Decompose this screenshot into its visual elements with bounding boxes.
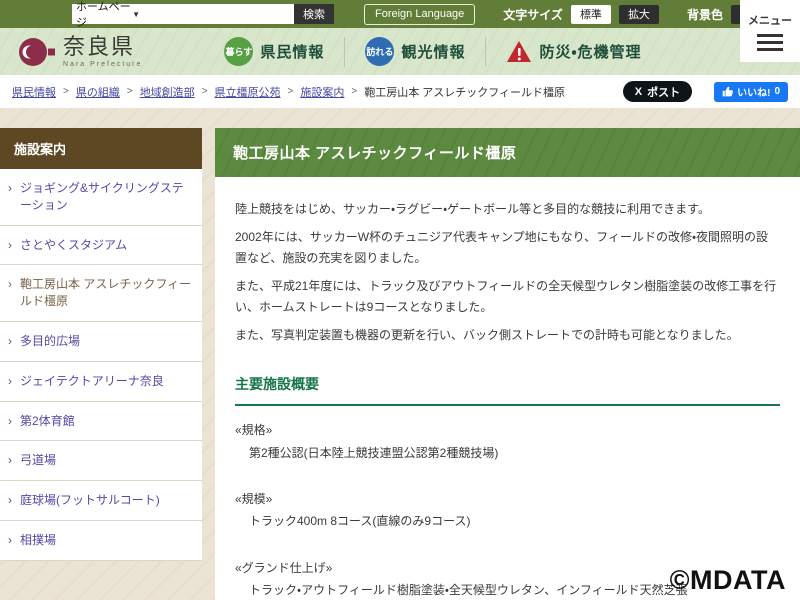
chevron-right-icon: › xyxy=(8,532,12,549)
search-button[interactable]: 検索 xyxy=(294,4,334,24)
breadcrumb-link[interactable]: 県の組織 xyxy=(76,84,120,100)
menu-label: メニュー xyxy=(748,12,792,28)
breadcrumb-separator: > xyxy=(351,86,357,97)
sidebar-item-label: 庭球場(フットサルコート) xyxy=(20,492,160,509)
sidebar-item-satoyaku-stadium[interactable]: › さとやくスタジアム xyxy=(0,226,202,266)
breadcrumb-link[interactable]: 県民情報 xyxy=(12,84,56,100)
nav-item-tourist-info[interactable]: 訪れる 観光情報 xyxy=(345,37,485,66)
sidebar-item-kyudo[interactable]: › 弓道場 xyxy=(0,441,202,481)
chevron-right-icon: › xyxy=(8,492,12,509)
sidebar-item-label: 鞄工房山本 アスレチックフィールド橿原 xyxy=(20,276,192,310)
site-name: 奈良県 xyxy=(63,37,142,59)
main-body: 陸上競技をはじめ、サッカー・ラグビー・ゲートボール等と多目的な競技に利用できます… xyxy=(215,177,800,600)
post-label: ポスト xyxy=(647,84,680,100)
font-size-standard-button[interactable]: 標準 xyxy=(571,5,611,24)
spec-label: «規模» xyxy=(235,489,780,509)
history-paragraph-timing: また、写真判定装置も機器の更新を行い、バック側ストレートでの計時も可能となりまし… xyxy=(235,325,780,345)
foreign-language-button[interactable]: Foreign Language xyxy=(364,4,475,25)
intro-paragraph: 陸上競技をはじめ、サッカー・ラグビー・ゲートボール等と多目的な競技に利用できます… xyxy=(235,199,780,219)
breadcrumb-separator: > xyxy=(127,86,133,97)
chevron-right-icon: › xyxy=(8,373,12,390)
breadcrumb-separator: > xyxy=(288,86,294,97)
like-count: 0 xyxy=(774,86,780,97)
sidebar-item-tennis-futsal[interactable]: › 庭球場(フットサルコート) xyxy=(0,481,202,521)
like-label: いいね! xyxy=(737,84,770,99)
spec-scale: «規模» トラック400m 8コース(直線のみ9コース) xyxy=(235,489,780,532)
share-buttons: X ポスト いいね! 0 xyxy=(623,81,788,102)
section-heading-facility-overview: 主要施設概要 xyxy=(235,373,780,406)
spec-value: トラック400m 8コース(直線のみ9コース) xyxy=(235,511,780,531)
search-scope-select[interactable]: ホームページ ▼ xyxy=(72,4,144,24)
breadcrumb-link[interactable]: 地域創造部 xyxy=(140,84,195,100)
sidebar-title: 施設案内 xyxy=(0,128,202,169)
page-title: 鞄工房山本 アスレチックフィールド橿原 xyxy=(215,128,800,177)
spec-label: «規格» xyxy=(235,420,780,440)
search-input[interactable] xyxy=(144,4,294,24)
x-post-button[interactable]: X ポスト xyxy=(623,81,692,102)
sidebar-item-jogging-cycling-station[interactable]: › ジョギング&サイクリングステーション xyxy=(0,169,202,226)
nav-label: 県民情報 xyxy=(260,41,324,62)
breadcrumb-link[interactable]: 施設案内 xyxy=(300,84,344,100)
chevron-right-icon: › xyxy=(8,180,12,214)
sidebar-item-multipurpose-ground[interactable]: › 多目的広場 xyxy=(0,322,202,362)
chevron-right-icon: › xyxy=(8,237,12,254)
sidebar: 施設案内 › ジョギング&サイクリングステーション › さとやくスタジアム › … xyxy=(0,128,202,561)
main-panel: 鞄工房山本 アスレチックフィールド橿原 陸上競技をはじめ、サッカー・ラグビー・ゲ… xyxy=(215,128,800,600)
chevron-right-icon: › xyxy=(8,276,12,310)
sidebar-item-label: 多目的広場 xyxy=(20,333,80,350)
facebook-like-button[interactable]: いいね! 0 xyxy=(714,82,788,102)
site-name-en: Nara Prefecture xyxy=(63,61,142,68)
spec-value: 第2種公認(日本陸上競技連盟公認第2種競技場) xyxy=(235,443,780,463)
chevron-right-icon: › xyxy=(8,333,12,350)
breadcrumb-bar: 県民情報 > 県の組織 > 地域創造部 > 県立橿原公苑 > 施設案内 > 鞄工… xyxy=(0,75,800,108)
breadcrumb-separator: > xyxy=(202,86,208,97)
breadcrumb: 県民情報 > 県の組織 > 地域創造部 > 県立橿原公苑 > 施設案内 > 鞄工… xyxy=(12,84,565,100)
font-size-large-button[interactable]: 拡大 xyxy=(619,5,659,24)
site-header: 奈良県 Nara Prefecture 暮らす 県民情報 訪れる 観光情報 防災… xyxy=(0,28,800,75)
sidebar-list: › ジョギング&サイクリングステーション › さとやくスタジアム › 鞄工房山本… xyxy=(0,169,202,561)
hamburger-icon xyxy=(757,34,783,37)
search-scope-value: ホームページ xyxy=(76,0,132,30)
sidebar-item-label: ジェイテクトアリーナ奈良 xyxy=(20,373,164,390)
nav-label: 防災・危機管理 xyxy=(539,41,641,62)
global-nav: 暮らす 県民情報 訪れる 観光情報 防災・危機管理 xyxy=(204,37,661,67)
breadcrumb-current: 鞄工房山本 アスレチックフィールド橿原 xyxy=(364,84,565,100)
nara-prefecture-logo[interactable]: 奈良県 Nara Prefecture xyxy=(18,36,142,68)
nav-item-resident-info[interactable]: 暮らす 県民情報 xyxy=(204,37,344,66)
breadcrumb-separator: > xyxy=(63,86,69,97)
sidebar-item-label: ジョギング&サイクリングステーション xyxy=(20,180,192,214)
mdata-watermark: ©MDATA xyxy=(670,565,786,596)
sidebar-item-sumo[interactable]: › 相撲場 xyxy=(0,521,202,561)
sidebar-item-athletic-field-kashihara[interactable]: › 鞄工房山本 アスレチックフィールド橿原 xyxy=(0,265,202,322)
sidebar-item-label: 弓道場 xyxy=(20,452,56,469)
font-size-label: 文字サイズ xyxy=(503,6,563,23)
utility-bar: ホームページ ▼ 検索 Foreign Language 文字サイズ 標準 拡大… xyxy=(0,0,800,28)
content-area: 施設案内 › ジョギング&サイクリングステーション › さとやくスタジアム › … xyxy=(0,128,800,600)
nara-logo-icon xyxy=(18,36,56,68)
bg-color-label: 背景色 xyxy=(687,6,723,23)
live-badge-icon: 暮らす xyxy=(224,37,253,66)
thumbs-up-icon xyxy=(722,86,733,97)
chevron-right-icon: › xyxy=(8,452,12,469)
x-logo-icon: X xyxy=(635,86,642,98)
breadcrumb-link[interactable]: 県立橿原公苑 xyxy=(215,84,281,100)
warning-triangle-icon xyxy=(506,40,532,64)
nav-label: 観光情報 xyxy=(401,41,465,62)
spec-standard: «規格» 第2種公認(日本陸上競技連盟公認第2種競技場) xyxy=(235,420,780,463)
sidebar-item-label: 相撲場 xyxy=(20,532,56,549)
visit-badge-icon: 訪れる xyxy=(365,37,394,66)
history-paragraph-h21: また、平成21年度には、トラック及びアウトフィールドの全天候型ウレタン樹脂塗装の… xyxy=(235,276,780,317)
menu-button[interactable]: メニュー xyxy=(740,0,800,62)
chevron-right-icon: › xyxy=(8,413,12,430)
nav-item-disaster-management[interactable]: 防災・危機管理 xyxy=(486,40,661,64)
sidebar-item-gym2[interactable]: › 第2体育館 xyxy=(0,402,202,442)
sidebar-item-label: 第2体育館 xyxy=(20,413,75,430)
sidebar-item-label: さとやくスタジアム xyxy=(20,237,127,254)
history-paragraph-2002: 2002年には、サッカーW杯のチュニジア代表キャンプ地にもなり、フィールドの改修… xyxy=(235,227,780,268)
chevron-down-icon: ▼ xyxy=(132,10,140,19)
sidebar-item-jtekt-arena-nara[interactable]: › ジェイテクトアリーナ奈良 xyxy=(0,362,202,402)
